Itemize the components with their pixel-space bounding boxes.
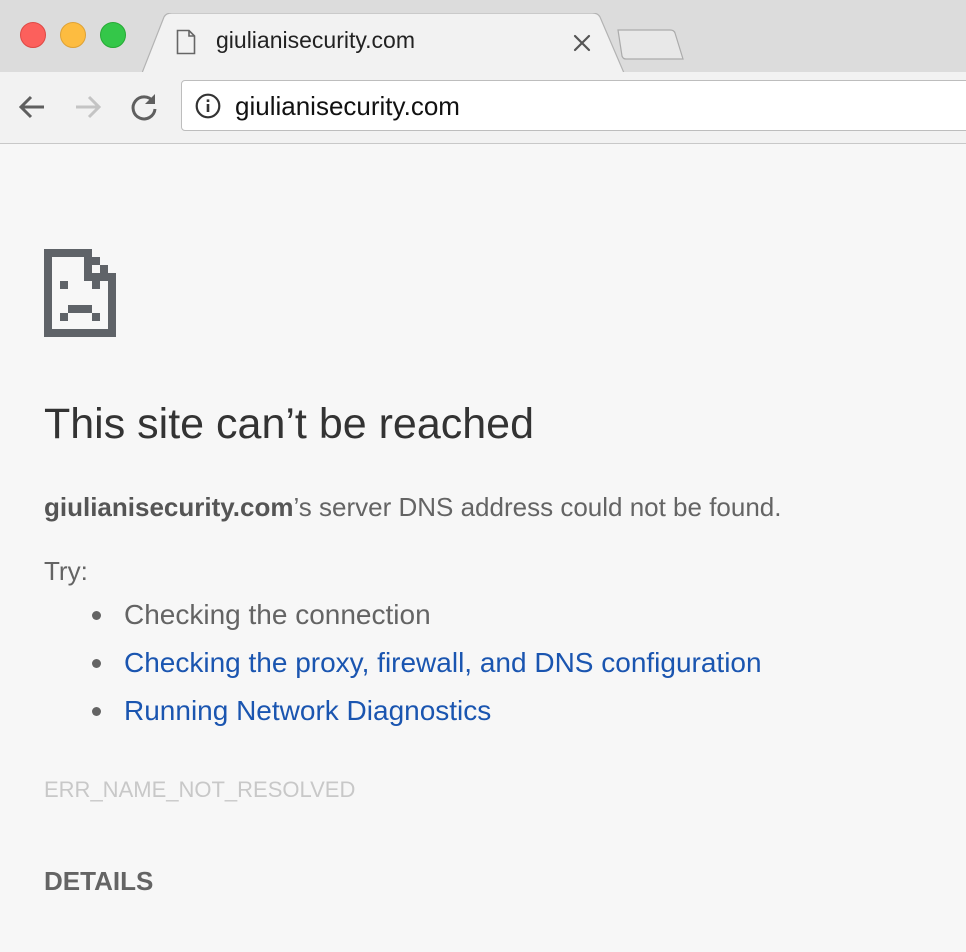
page-icon [176,29,196,60]
reload-icon [131,94,157,121]
browser-toolbar: giulianisecurity.com [0,72,966,144]
back-button[interactable] [16,91,48,123]
error-summary: giulianisecurity.com’s server DNS addres… [44,492,782,523]
bullet [92,659,101,668]
error-code: ERR_NAME_NOT_RESOLVED [44,777,356,802]
reload-button[interactable] [128,91,160,123]
suggestion-item: Checking the proxy, firewall, and DNS co… [44,646,762,694]
bullet [92,611,101,620]
details-button[interactable]: DETAILS [44,866,153,897]
bullet [92,707,101,716]
error-summary-text: ’s server DNS address could not be found… [293,492,782,522]
error-domain: giulianisecurity.com [44,492,294,522]
sad-document-icon [44,249,116,342]
arrow-left-icon [18,95,44,119]
address-bar[interactable]: giulianisecurity.com [181,80,966,131]
try-label: Try: [44,556,88,586]
suggestion-proxy-firewall-dns-link[interactable]: Checking the proxy, firewall, and DNS co… [124,647,762,678]
error-heading: This site can’t be reached [44,400,534,448]
tab-strip: giulianisecurity.com [0,0,966,73]
info-icon[interactable] [195,93,221,124]
close-icon[interactable] [570,31,594,55]
suggestions-list: Checking the connection Checking the pro… [44,598,762,742]
minimize-window-button[interactable] [60,22,86,48]
forward-button[interactable] [72,91,104,123]
url-text[interactable]: giulianisecurity.com [235,91,460,122]
new-tab-button[interactable] [614,28,686,67]
arrow-right-icon [76,95,102,119]
zoom-window-button[interactable] [100,22,126,48]
tab-title: giulianisecurity.com [216,27,415,53]
suggestion-check-connection: Checking the connection [124,599,431,630]
suggestion-network-diagnostics-link[interactable]: Running Network Diagnostics [124,695,491,726]
close-window-button[interactable] [20,22,46,48]
active-tab[interactable]: giulianisecurity.com [142,13,628,73]
suggestion-item: Checking the connection [44,598,762,646]
suggestion-item: Running Network Diagnostics [44,694,762,742]
